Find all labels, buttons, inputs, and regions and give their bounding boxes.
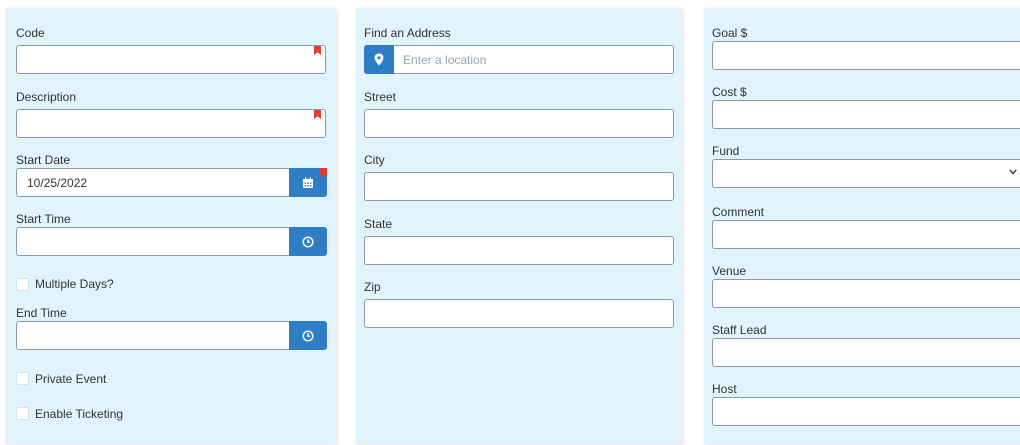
start-date-label: Start Date	[16, 153, 71, 167]
start-date-picker-button[interactable]	[289, 168, 327, 197]
event-details-panel: Code Description Start Date 10/25/2022 S…	[6, 8, 336, 444]
fund-select[interactable]	[712, 159, 1020, 188]
city-label: City	[364, 153, 385, 167]
host-input[interactable]	[712, 397, 1020, 426]
zip-input[interactable]	[364, 299, 674, 328]
venue-label: Venue	[712, 264, 747, 278]
private-event-checkbox[interactable]	[16, 372, 29, 385]
goal-input[interactable]	[712, 41, 1020, 70]
zip-label: Zip	[364, 280, 381, 294]
comment-input[interactable]	[712, 220, 1020, 249]
venue-input[interactable]	[712, 279, 1020, 308]
end-time-input[interactable]	[16, 321, 327, 350]
enable-ticketing-label: Enable Ticketing	[35, 407, 124, 421]
goal-label: Goal $	[712, 26, 748, 40]
staff-lead-input[interactable]	[712, 338, 1020, 367]
find-address-label: Find an Address	[364, 26, 451, 40]
finance-staff-panel: Goal $ Cost $ Fund Comment Venue Staff L…	[704, 8, 1020, 444]
cost-input[interactable]	[712, 100, 1020, 129]
location-placeholder: Enter a location	[403, 53, 487, 67]
description-input[interactable]	[16, 109, 326, 138]
comment-label: Comment	[712, 205, 765, 219]
multiple-days-label: Multiple Days?	[35, 277, 114, 291]
state-label: State	[364, 217, 393, 231]
multiple-days-checkbox[interactable]	[16, 278, 29, 291]
required-flag-icon	[320, 168, 327, 177]
location-pin-addon	[364, 45, 394, 74]
location-search-input[interactable]: Enter a location	[364, 45, 674, 74]
fund-label: Fund	[712, 144, 740, 158]
city-input[interactable]	[364, 172, 674, 201]
enable-ticketing-checkbox[interactable]	[16, 407, 29, 420]
start-date-input[interactable]: 10/25/2022	[16, 168, 327, 197]
street-input[interactable]	[364, 109, 674, 138]
cost-label: Cost $	[712, 85, 747, 99]
code-label: Code	[16, 26, 45, 40]
staff-lead-label: Staff Lead	[712, 323, 767, 337]
clock-icon	[302, 235, 314, 248]
end-time-label: End Time	[16, 306, 67, 320]
street-label: Street	[364, 90, 397, 104]
required-flag-icon	[314, 110, 321, 119]
private-event-label: Private Event	[35, 372, 107, 386]
host-label: Host	[712, 382, 737, 396]
start-time-picker-button[interactable]	[289, 227, 327, 256]
address-panel: Find an Address Enter a location Street …	[356, 8, 682, 444]
code-input[interactable]	[16, 45, 326, 74]
start-time-input[interactable]	[16, 227, 327, 256]
calendar-icon	[303, 177, 313, 188]
required-flag-icon	[314, 46, 321, 55]
start-time-label: Start Time	[16, 212, 71, 226]
end-time-picker-button[interactable]	[289, 321, 327, 350]
chevron-down-icon	[1009, 169, 1017, 175]
state-input[interactable]	[364, 236, 674, 265]
description-label: Description	[16, 90, 77, 104]
map-pin-icon	[374, 53, 384, 66]
clock-icon	[302, 329, 314, 342]
